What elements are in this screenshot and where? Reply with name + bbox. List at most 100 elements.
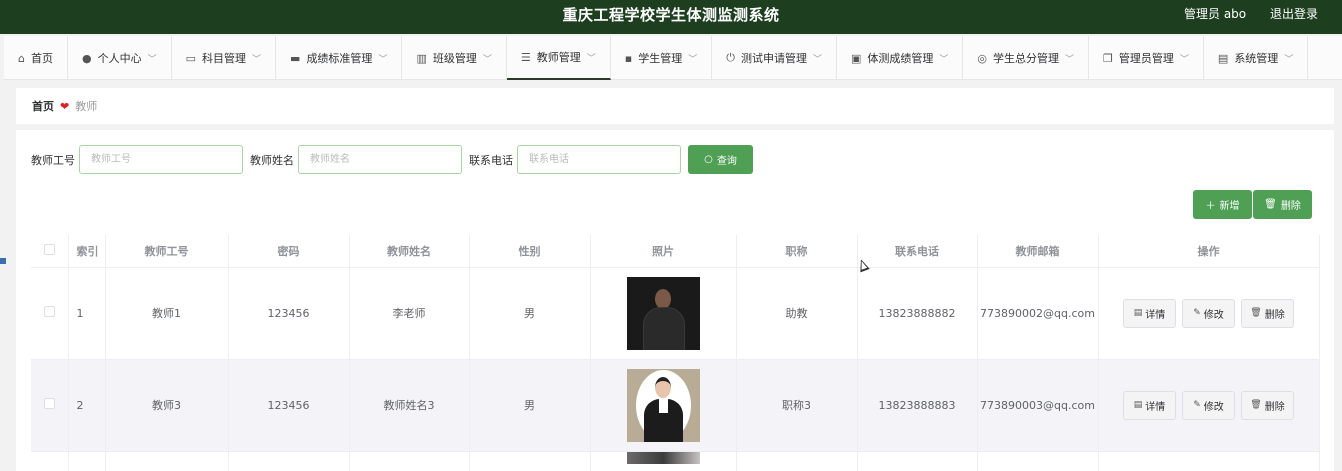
nav-item-personal[interactable]: ● 个人中心 ﹀ [68, 36, 172, 80]
col-photo: 照片 [590, 235, 737, 268]
teacher-photo[interactable] [626, 368, 700, 442]
table-row: 1 教师1 123456 李老师 男 助教 13823888882 773890… [31, 267, 1320, 360]
nav-item-system[interactable]: ▤ 系统管理 ﹀ [1204, 36, 1309, 80]
edge-marker [0, 258, 6, 264]
class-icon: ▥ [416, 51, 427, 65]
delete-button[interactable]: 🗑 删除 [1241, 298, 1294, 328]
col-email: 教师邮箱 [977, 235, 1099, 268]
col-gender: 性别 [469, 235, 591, 268]
teacher-photo[interactable] [626, 276, 700, 350]
chevron-down-icon: ﹀ [812, 54, 822, 65]
cell-password: 123456 [228, 267, 350, 360]
copy-icon: ❐ [1103, 51, 1113, 65]
cell-index: 1 [68, 267, 106, 360]
edit-button[interactable]: ✎ 修改 [1182, 298, 1235, 328]
cell-email: 773890002@qq.com [977, 267, 1099, 360]
cell-actions: ▤ 详情 ✎ 修改 🗑 删除 [1098, 359, 1320, 452]
delete-button[interactable]: 🗑 删除 [1241, 390, 1294, 420]
list-icon: ☰ [520, 50, 531, 64]
trash-icon: 🗑 [1250, 400, 1262, 410]
chevron-down-icon: ﹀ [688, 54, 698, 65]
col-phone: 联系电话 [857, 235, 978, 268]
cell-teacher-id: 教师3 [105, 359, 229, 452]
home-icon: ⌂ [18, 51, 25, 65]
nav-item-subject[interactable]: ▭ 科目管理 ﹀ [172, 36, 277, 80]
system-icon: ▤ [1217, 51, 1229, 65]
col-password: 密码 [228, 235, 350, 268]
cell-gender: 男 [469, 359, 591, 452]
col-teacher-name: 教师姓名 [349, 235, 470, 268]
chevron-down-icon: ﹀ [1284, 54, 1294, 65]
col-index: 索引 [68, 235, 106, 268]
cell-actions: ▤ 详情 ✎ 修改 🗑 删除 [1098, 267, 1320, 360]
cell-teacher-name: 教师姓名3 [349, 359, 470, 452]
subject-icon: ▭ [185, 51, 197, 65]
cell-phone: 13823888882 [857, 267, 978, 360]
edit-button[interactable]: ✎ 修改 [1182, 390, 1235, 420]
table-row: 2 教师3 123456 教师姓名3 男 职称3 13823888883 773… [31, 359, 1320, 452]
query-button[interactable]: ○ 查询 [688, 145, 753, 174]
content-panel: 教师工号 教师姓名 联系电话 ○查询 ＋新增 🗑删除 索引 教师工号 密码 教师… [16, 130, 1334, 471]
chevron-down-icon: ﹀ [1179, 54, 1189, 65]
row-checkbox[interactable] [31, 359, 69, 452]
teacher-name-input[interactable] [298, 145, 462, 174]
header-user-area: 管理员 abo 退出登录 [1164, 0, 1318, 28]
cell-title: 职称3 [736, 359, 858, 452]
logout-link[interactable]: 退出登录 [1270, 7, 1318, 21]
cell-index: 2 [68, 359, 106, 452]
chevron-down-icon: ﹀ [482, 54, 492, 65]
bulk-delete-button[interactable]: 🗑 删除 [1253, 190, 1312, 219]
breadcrumb-current: 教师 [75, 100, 98, 113]
admin-user-label: 管理员 abo [1184, 7, 1247, 21]
cell-gender: 男 [469, 267, 591, 360]
nav-item-test-apply[interactable]: ⏻ 测试申请管理 ﹀ [712, 36, 837, 80]
detail-button[interactable]: ▤ 详情 [1123, 390, 1176, 420]
detail-button[interactable]: ▤ 详情 [1123, 298, 1176, 328]
clipboard-icon: ▣ [850, 51, 862, 65]
nav-item-student[interactable]: ▪ 学生管理 ﹀ [611, 36, 713, 80]
top-header: 重庆工程学校学生体测监测系统 管理员 abo 退出登录 [0, 0, 1342, 34]
chevron-down-icon: ﹀ [147, 54, 157, 65]
trash-icon: 🗑 [1250, 308, 1262, 318]
teacher-name-label: 教师姓名 [250, 153, 294, 167]
chevron-down-icon: ﹀ [378, 54, 388, 65]
nav-item-class[interactable]: ▥ 班级管理 ﹀ [402, 36, 507, 80]
cell-photo [590, 359, 737, 452]
chevron-down-icon: ﹀ [1065, 54, 1075, 65]
row-checkbox[interactable] [31, 267, 69, 360]
plus-icon: ＋ [1205, 201, 1216, 212]
system-title: 重庆工程学校学生体测监测系统 [562, 6, 780, 24]
chat-icon: ▪ [624, 51, 633, 65]
compass-icon: ◎ [977, 51, 987, 65]
document-icon: ▤ [1133, 400, 1143, 410]
chevron-down-icon: ﹀ [252, 54, 262, 65]
power-icon: ⏻ [726, 51, 735, 64]
select-all-checkbox[interactable] [31, 235, 69, 268]
chevron-down-icon: ﹀ [586, 53, 596, 64]
standard-icon: ▬ [290, 51, 301, 65]
nav-item-teacher[interactable]: ☰ 教师管理 ﹀ [506, 36, 611, 80]
add-button[interactable]: ＋新增 [1193, 190, 1252, 219]
nav-item-standard[interactable]: ▬ 成绩标准管理 ﹀ [276, 36, 403, 80]
breadcrumb-home[interactable]: 首页 [32, 98, 54, 114]
nav-item-score[interactable]: ▣ 体测成绩管理 ﹀ [837, 36, 964, 80]
cell-teacher-id: 教师1 [105, 267, 229, 360]
teacher-photo[interactable] [626, 451, 700, 464]
teacher-id-input[interactable] [79, 145, 243, 174]
nav-item-home[interactable]: ⌂ 首页 [4, 36, 68, 80]
cell-password: 123456 [228, 359, 350, 452]
document-icon: ▤ [1133, 308, 1143, 318]
main-nav: ⌂ 首页 ● 个人中心 ﹀ ▭ 科目管理 ﹀ ▬ 成绩标准管理 ﹀ ▥ 班级管理 ﹀ ☰ 教师管理 ﹀… [4, 36, 1342, 80]
phone-input[interactable] [517, 145, 681, 174]
user-icon: ● [81, 51, 92, 65]
pencil-icon: ✎ [1193, 400, 1201, 410]
teacher-id-label: 教师工号 [31, 153, 75, 167]
nav-item-admin[interactable]: ❐ 管理员管理 ﹀ [1089, 36, 1204, 80]
teacher-table: 索引 教师工号 密码 教师姓名 性别 照片 职称 联系电话 教师邮箱 操作 1 … [31, 235, 1320, 471]
cell-photo [590, 267, 737, 360]
pencil-icon: ✎ [1193, 308, 1201, 318]
nav-item-total[interactable]: ◎ 学生总分管理 ﹀ [963, 36, 1090, 80]
trash-icon: 🗑 [1264, 199, 1277, 210]
table-row [31, 451, 1320, 471]
search-icon: ○ [704, 154, 713, 165]
